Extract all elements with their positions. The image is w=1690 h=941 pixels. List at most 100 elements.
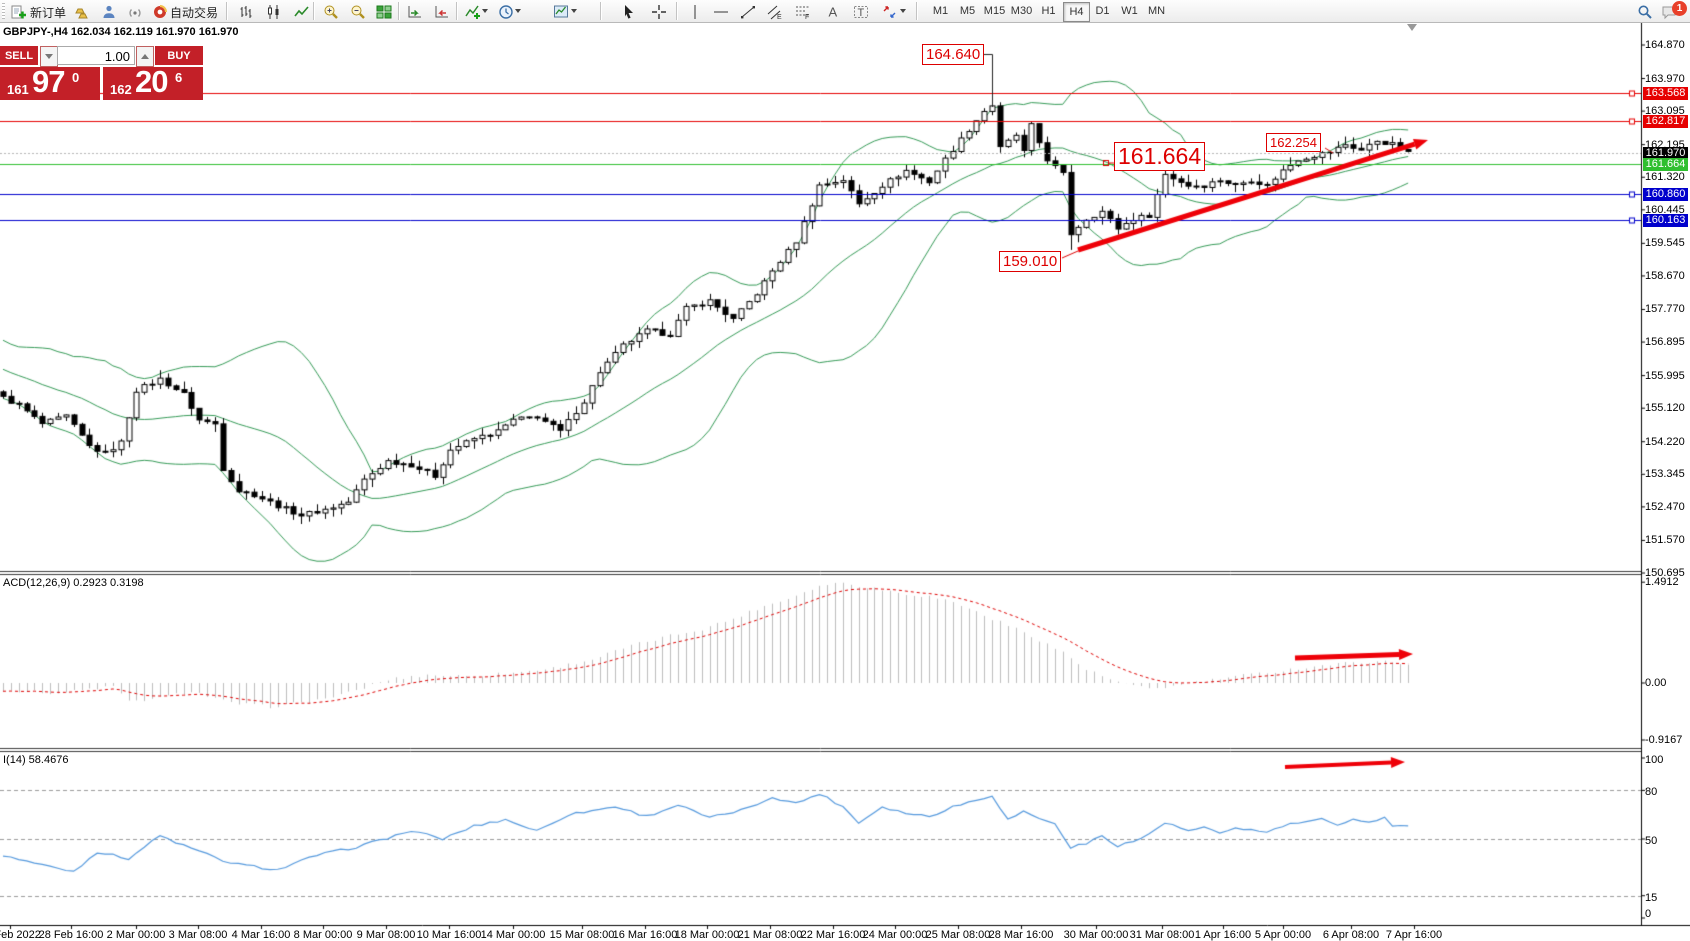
rsi-tick: 50 [1645,835,1657,847]
timeframe-M1[interactable]: M1 [928,2,953,20]
new-order-label[interactable]: 新订单 [30,4,66,21]
annotation-high-164640[interactable]: 164.640 [922,44,984,65]
symbol-info: GBPJPY-,H4 162.034 162.119 161.970 161.9… [3,26,238,38]
svg-text:E: E [777,14,782,20]
mt4-window: 新订单 自动交易 [0,0,1690,941]
auto-trading-icon[interactable] [151,3,168,20]
equidistant-channel-icon[interactable]: E [766,3,783,20]
sell-price-small: 161 [7,82,29,97]
text-icon[interactable]: A [824,3,841,20]
buy-button[interactable]: BUY [155,46,203,65]
timeframe-M5[interactable]: M5 [955,2,980,20]
macd-tick: 1.4912 [1645,576,1679,588]
macd-tick: -0.9167 [1645,734,1682,746]
buy-price-big: 20 [135,64,167,100]
vertical-line-icon[interactable] [686,3,703,20]
timeframe-W1[interactable]: W1 [1117,2,1142,20]
indicators-icon[interactable] [464,3,481,20]
arrows-icon[interactable] [881,3,898,20]
templates-dropdown-icon[interactable] [571,9,577,13]
volume-input[interactable]: 1.00 [57,46,135,65]
periods-dropdown-icon[interactable] [515,9,521,13]
price-badge: 160.860 [1643,188,1688,201]
price-tick: 157.770 [1645,303,1685,315]
svg-text:T: T [857,7,864,19]
time-label: 21 Mar 08:00 [738,929,803,941]
time-label: 28 Mar 16:00 [989,929,1054,941]
auto-scroll-icon[interactable] [406,3,423,20]
search-icon[interactable] [1636,3,1653,20]
zoom-in-icon[interactable] [322,3,339,20]
time-label: 3 Mar 08:00 [169,929,228,941]
rsi-tick: 100 [1645,754,1663,766]
auto-trading-label[interactable]: 自动交易 [170,4,218,21]
templates-icon[interactable] [552,3,569,20]
arrows-dropdown-icon[interactable] [900,9,906,13]
svg-text:F: F [805,14,809,20]
chart-canvas[interactable] [0,0,1690,941]
rsi-tick: 0 [1645,908,1651,920]
price-tick: 164.870 [1645,39,1685,51]
timeframe-M30[interactable]: M30 [1009,2,1034,20]
time-label: 10 Mar 16:00 [417,929,482,941]
cursor-icon[interactable] [620,3,637,20]
toolbar-grip[interactable] [2,3,5,19]
notification-badge[interactable]: 1 [1672,1,1687,16]
price-tick: 161.320 [1645,171,1685,183]
periods-icon[interactable] [497,3,514,20]
buy-price-panel[interactable]: 162 20 6 [103,67,203,100]
signal-icon[interactable] [126,3,143,20]
one-click-trading-panel: SELL 1.00 BUY 161 97 0 162 20 6 [0,44,204,100]
price-tick: 156.895 [1645,336,1685,348]
toolbar: 新订单 自动交易 [0,0,1690,23]
annotation-level-161664[interactable]: 161.664 [1114,142,1205,171]
time-label: 31 Mar 08:00 [1130,929,1195,941]
time-label: 9 Mar 08:00 [357,929,416,941]
tile-windows-icon[interactable] [375,3,392,20]
rsi-tick: 80 [1645,786,1657,798]
sell-button[interactable]: SELL [0,46,38,65]
timeframe-H4[interactable]: H4 [1063,2,1090,22]
sell-price-panel[interactable]: 161 97 0 [0,67,100,100]
time-label: 5 Apr 00:00 [1255,929,1311,941]
fibonacci-icon[interactable]: F [794,3,811,20]
line-chart-icon[interactable] [293,3,310,20]
chart-shift-icon[interactable] [433,3,450,20]
crosshair-icon[interactable] [650,3,667,20]
price-tick: 151.570 [1645,534,1685,546]
bar-chart-icon[interactable] [237,3,254,20]
new-order-icon[interactable] [10,3,27,20]
candle-chart-icon[interactable] [265,3,282,20]
svg-text:A: A [828,4,837,19]
price-tick: 152.470 [1645,501,1685,513]
horizontal-line-icon[interactable] [712,3,729,20]
time-label: 4 Mar 16:00 [232,929,291,941]
zoom-out-icon[interactable] [349,3,366,20]
chart-shift-marker-icon[interactable] [1407,24,1417,31]
text-label-icon[interactable]: T [852,3,869,20]
time-label: 14 Mar 00:00 [481,929,546,941]
time-label: 28 Feb 16:00 [39,929,104,941]
price-tick: 158.670 [1645,270,1685,282]
price-tick: 153.345 [1645,468,1685,480]
timeframe-M15[interactable]: M15 [982,2,1007,20]
price-tick: 155.995 [1645,370,1685,382]
price-badge: 162.817 [1643,115,1688,128]
sell-price-big: 97 [32,64,64,100]
time-label: 15 Mar 08:00 [550,929,615,941]
annotation-low-159010[interactable]: 159.010 [999,251,1061,272]
sell-price-sup: 0 [72,70,79,85]
gold-icon[interactable] [73,3,90,20]
time-label: 30 Mar 00:00 [1064,929,1129,941]
price-tick: 163.970 [1645,73,1685,85]
annotation-level-162254[interactable]: 162.254 [1266,133,1321,152]
timeframe-MN[interactable]: MN [1144,2,1169,20]
indicators-dropdown-icon[interactable] [482,9,488,13]
timeframe-D1[interactable]: D1 [1090,2,1115,20]
time-label: 25 Mar 08:00 [926,929,991,941]
rsi-tick: 15 [1645,892,1657,904]
time-label: 2 Mar 00:00 [107,929,166,941]
trendline-icon[interactable] [739,3,756,20]
profile-icon[interactable] [100,3,117,20]
timeframe-H1[interactable]: H1 [1036,2,1061,20]
